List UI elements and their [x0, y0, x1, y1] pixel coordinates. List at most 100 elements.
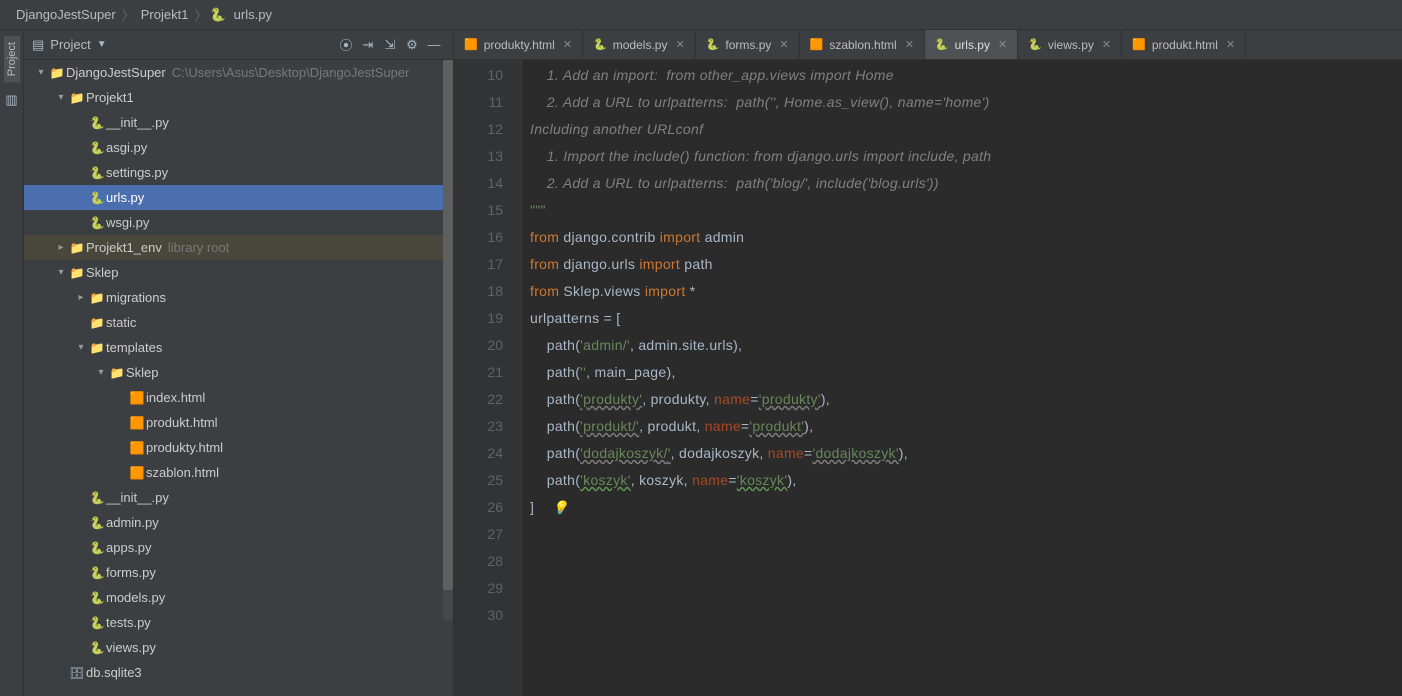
line-number[interactable]: 17: [454, 251, 503, 278]
line-number[interactable]: 22: [454, 386, 503, 413]
editor-tab[interactable]: 🟧produkty.html✕: [454, 30, 583, 59]
code-line[interactable]: Including another URLconf: [530, 116, 1402, 143]
code-line[interactable]: ]: [530, 494, 1402, 521]
close-icon[interactable]: ✕: [1102, 38, 1111, 51]
expand-arrow[interactable]: ▾: [54, 92, 68, 103]
breadcrumb-file[interactable]: urls.py: [230, 7, 276, 22]
breadcrumb-folder[interactable]: Projekt1: [137, 7, 193, 22]
tree-node[interactable]: 🐍admin.py: [24, 510, 453, 535]
project-tree[interactable]: ▾📁DjangoJestSuperC:\Users\Asus\Desktop\D…: [24, 60, 453, 696]
code-line[interactable]: from django.urls import path: [530, 251, 1402, 278]
tree-node[interactable]: ▸📁Projekt1_envlibrary root: [24, 235, 453, 260]
close-icon[interactable]: ✕: [675, 38, 684, 51]
expand-arrow[interactable]: ▸: [74, 292, 88, 303]
line-number[interactable]: 19: [454, 305, 503, 332]
expand-arrow[interactable]: ▾: [34, 67, 48, 78]
tree-node[interactable]: 🐍apps.py: [24, 535, 453, 560]
line-number[interactable]: 28: [454, 548, 503, 575]
tree-node[interactable]: ▸📁migrations: [24, 285, 453, 310]
code-line[interactable]: 2. Add a URL to urlpatterns: path('', Ho…: [530, 89, 1402, 116]
tree-node[interactable]: 🐍asgi.py: [24, 135, 453, 160]
line-number[interactable]: 20: [454, 332, 503, 359]
tree-node[interactable]: 🐍views.py: [24, 635, 453, 660]
tree-node[interactable]: 🐍models.py: [24, 585, 453, 610]
code-line[interactable]: path('koszyk', koszyk, name='koszyk'),: [530, 467, 1402, 494]
collapse-button[interactable]: ⇥: [357, 37, 379, 53]
tree-node[interactable]: 🐍settings.py: [24, 160, 453, 185]
line-number[interactable]: 25: [454, 467, 503, 494]
editor-tab[interactable]: 🐍models.py✕: [583, 30, 696, 59]
gear-icon[interactable]: ⚙: [401, 37, 423, 53]
tree-node[interactable]: ▾📁Sklep: [24, 360, 453, 385]
tree-node[interactable]: ▾📁Projekt1: [24, 85, 453, 110]
tree-node[interactable]: 🐍wsgi.py: [24, 210, 453, 235]
line-number[interactable]: 14: [454, 170, 503, 197]
code-line[interactable]: 1. Import the include() function: from d…: [530, 143, 1402, 170]
expand-arrow[interactable]: ▸: [54, 242, 68, 253]
expand-button[interactable]: ⇲: [379, 37, 401, 53]
tree-node[interactable]: 🟧produkt.html: [24, 410, 453, 435]
project-tool-tab[interactable]: Project: [4, 36, 20, 82]
tree-node[interactable]: 🟧index.html: [24, 385, 453, 410]
line-number[interactable]: 24: [454, 440, 503, 467]
code-line[interactable]: 1. Add an import: from other_app.views i…: [530, 62, 1402, 89]
tree-node[interactable]: 🐍tests.py: [24, 610, 453, 635]
scrollbar-thumb[interactable]: [443, 60, 453, 590]
dropdown-icon[interactable]: ▼: [97, 39, 107, 50]
tree-node[interactable]: 🟧szablon.html: [24, 460, 453, 485]
line-number[interactable]: 27: [454, 521, 503, 548]
code-line[interactable]: path('', main_page),: [530, 359, 1402, 386]
tree-node[interactable]: ▾📁templates: [24, 335, 453, 360]
close-icon[interactable]: ✕: [563, 38, 572, 51]
tree-node[interactable]: 🐍urls.py: [24, 185, 453, 210]
tree-node[interactable]: 🐍__init__.py: [24, 110, 453, 135]
line-number[interactable]: 29: [454, 575, 503, 602]
editor-tab[interactable]: 🟧szablon.html✕: [800, 30, 925, 59]
tree-node[interactable]: ▾📁Sklep: [24, 260, 453, 285]
code-line[interactable]: path('dodajkoszyk/', dodajkoszyk, name='…: [530, 440, 1402, 467]
close-icon[interactable]: ✕: [905, 38, 914, 51]
line-gutter[interactable]: 1011121314151617181920212223242526272829…: [454, 60, 522, 696]
code-line[interactable]: """: [530, 197, 1402, 224]
tree-node[interactable]: 📁static: [24, 310, 453, 335]
editor-tab[interactable]: 🐍urls.py✕: [925, 30, 1018, 59]
code-line[interactable]: 2. Add a URL to urlpatterns: path('blog/…: [530, 170, 1402, 197]
tree-node[interactable]: ▾📁DjangoJestSuperC:\Users\Asus\Desktop\D…: [24, 60, 453, 85]
close-icon[interactable]: ✕: [998, 38, 1007, 51]
line-number[interactable]: 16: [454, 224, 503, 251]
code-line[interactable]: path('admin/', admin.site.urls),: [530, 332, 1402, 359]
hide-button[interactable]: —: [423, 37, 445, 52]
tree-node[interactable]: 🟧produkty.html: [24, 435, 453, 460]
tree-node[interactable]: 🗄db.sqlite3: [24, 660, 453, 685]
close-icon[interactable]: ✕: [1226, 38, 1235, 51]
code-content[interactable]: 1. Add an import: from other_app.views i…: [522, 60, 1402, 696]
line-number[interactable]: 30: [454, 602, 503, 629]
folder-icon[interactable]: ▥: [5, 92, 17, 108]
editor-tab[interactable]: 🐍forms.py✕: [696, 30, 800, 59]
editor-tab[interactable]: 🐍views.py✕: [1018, 30, 1122, 59]
code-line[interactable]: path('produkty', produkty, name='produkt…: [530, 386, 1402, 413]
locate-button[interactable]: ⦿: [335, 35, 357, 54]
code-line[interactable]: from Sklep.views import *: [530, 278, 1402, 305]
expand-arrow[interactable]: ▾: [74, 342, 88, 353]
sidebar-title[interactable]: Project: [50, 37, 90, 52]
breadcrumb-root[interactable]: DjangoJestSuper: [12, 7, 120, 22]
line-number[interactable]: 10: [454, 62, 503, 89]
code-line[interactable]: from django.contrib import admin: [530, 224, 1402, 251]
line-number[interactable]: 21: [454, 359, 503, 386]
line-number[interactable]: 13: [454, 143, 503, 170]
line-number[interactable]: 12: [454, 116, 503, 143]
line-number[interactable]: 23: [454, 413, 503, 440]
line-number[interactable]: 11: [454, 89, 503, 116]
code-editor[interactable]: 1011121314151617181920212223242526272829…: [454, 60, 1402, 696]
tree-node[interactable]: 🐍__init__.py: [24, 485, 453, 510]
line-number[interactable]: 26: [454, 494, 503, 521]
editor-tab[interactable]: 🟧produkt.html✕: [1122, 30, 1246, 59]
intention-bulb-icon[interactable]: 💡: [552, 494, 569, 521]
expand-arrow[interactable]: ▾: [54, 267, 68, 278]
code-line[interactable]: path('produkt/', produkt, name='produkt'…: [530, 413, 1402, 440]
code-line[interactable]: urlpatterns = [: [530, 305, 1402, 332]
line-number[interactable]: 18: [454, 278, 503, 305]
line-number[interactable]: 15: [454, 197, 503, 224]
tree-node[interactable]: 🐍forms.py: [24, 560, 453, 585]
